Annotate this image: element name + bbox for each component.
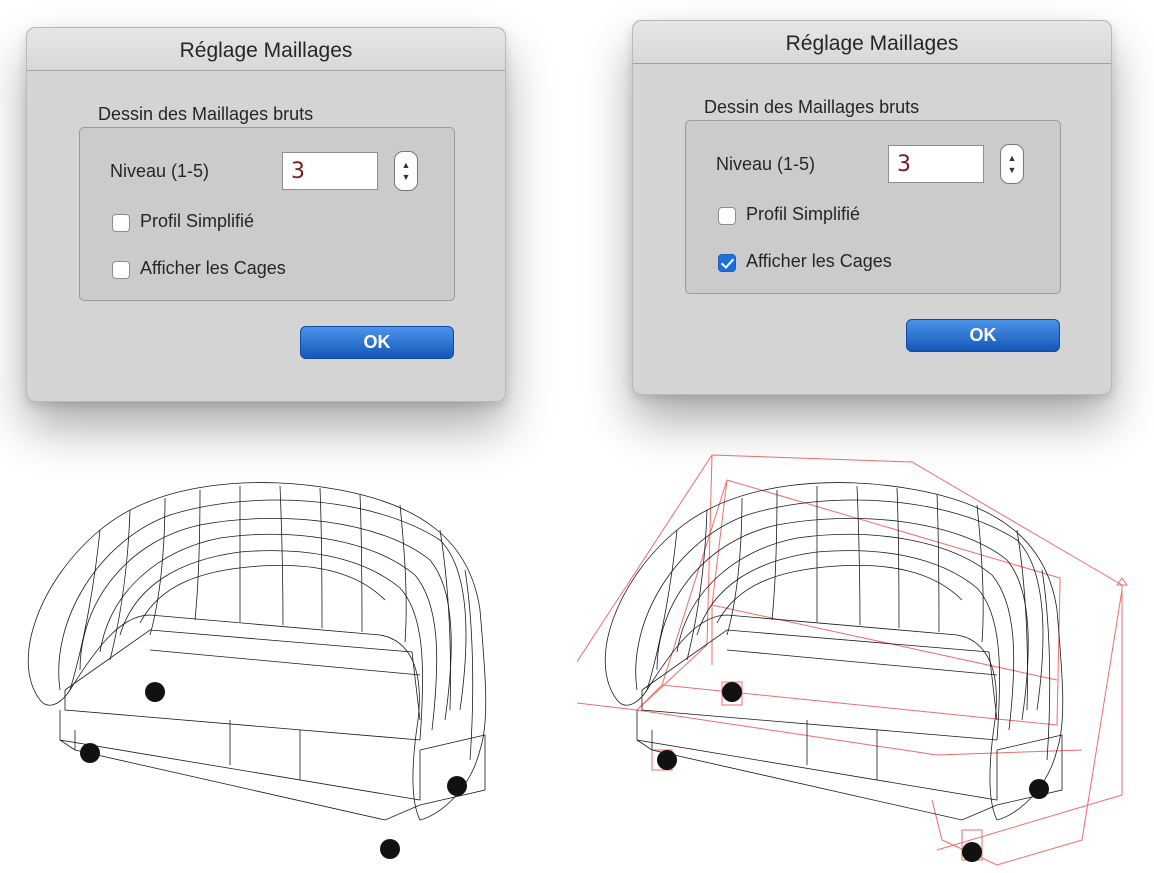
section-label: Dessin des Maillages bruts	[704, 97, 920, 117]
cages-label[interactable]: Afficher les Cages	[746, 251, 892, 272]
sofa-feet	[80, 682, 467, 859]
dialog-titlebar[interactable]: Réglage Maillages	[633, 21, 1111, 64]
foot-marker	[722, 682, 742, 702]
cage-lines	[577, 454, 1128, 866]
wireframe-viewport[interactable]	[0, 420, 577, 873]
wireframe-viewport-cages[interactable]	[577, 420, 1154, 873]
sofa-mesh	[27, 482, 487, 821]
profile-label[interactable]: Profil Simplifié	[746, 204, 860, 225]
level-stepper[interactable]: ▲ ▼	[394, 151, 418, 191]
section-label: Dessin des Maillages bruts	[98, 104, 314, 124]
foot-marker	[145, 682, 165, 702]
profile-checkbox[interactable]	[718, 207, 736, 225]
ok-button[interactable]: OK	[906, 319, 1060, 352]
foot-marker	[657, 750, 677, 770]
stepper-down-icon[interactable]: ▼	[1001, 166, 1023, 175]
profile-checkbox[interactable]	[112, 214, 130, 232]
mesh-settings-dialog: Réglage Maillages Dessin des Maillages b…	[26, 27, 506, 402]
level-label: Niveau (1-5)	[110, 161, 210, 181]
foot-marker	[962, 842, 982, 862]
profile-label[interactable]: Profil Simplifié	[140, 211, 254, 232]
dialog-title: Réglage Maillages	[179, 39, 353, 62]
cages-label[interactable]: Afficher les Cages	[140, 258, 286, 279]
mesh-drawing-group: Niveau (1-5) 3 ▲ ▼ Profil Simplifié Affi…	[79, 127, 455, 301]
ok-button[interactable]: OK	[300, 326, 454, 359]
sofa-mesh	[604, 482, 1064, 821]
dialog-title: Réglage Maillages	[785, 32, 959, 55]
level-input[interactable]: 3	[888, 145, 984, 183]
foot-marker	[80, 743, 100, 763]
level-label: Niveau (1-5)	[716, 154, 816, 174]
foot-marker	[447, 776, 467, 796]
cages-checkbox[interactable]	[718, 254, 736, 272]
mesh-settings-dialog: Réglage Maillages Dessin des Maillages b…	[632, 20, 1112, 395]
level-stepper[interactable]: ▲ ▼	[1000, 144, 1024, 184]
dialog-titlebar[interactable]: Réglage Maillages	[27, 28, 505, 71]
stepper-down-icon[interactable]: ▼	[395, 173, 417, 182]
foot-marker	[380, 839, 400, 859]
stepper-up-icon[interactable]: ▲	[395, 161, 417, 170]
level-input[interactable]: 3	[282, 152, 378, 190]
foot-marker	[1029, 779, 1049, 799]
stepper-up-icon[interactable]: ▲	[1001, 154, 1023, 163]
mesh-drawing-group: Niveau (1-5) 3 ▲ ▼ Profil Simplifié Affi…	[685, 120, 1061, 294]
cages-checkbox[interactable]	[112, 261, 130, 279]
